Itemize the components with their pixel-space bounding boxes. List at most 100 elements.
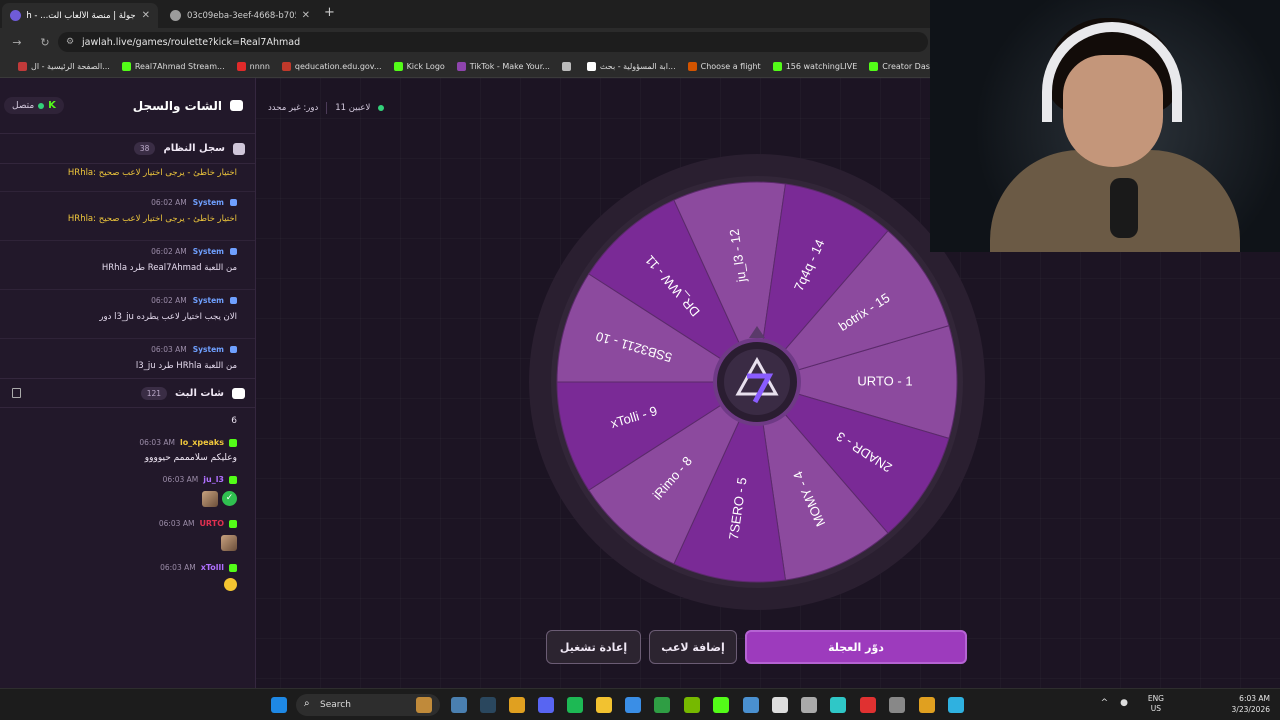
- system-shield-icon: [230, 346, 237, 353]
- bookmark-item[interactable]: Kick Logo: [393, 62, 445, 71]
- emote-image: [221, 534, 237, 551]
- kick-logo-icon: K: [48, 100, 56, 111]
- bookmark-item[interactable]: qeducation.edu.gov...: [281, 62, 382, 71]
- chat-message: 06:03 AM ju_l3 ✓: [0, 475, 237, 507]
- camera-icon[interactable]: [451, 697, 467, 713]
- kick-app-icon[interactable]: [713, 697, 729, 713]
- log-sender: System: [192, 345, 224, 354]
- trash-icon[interactable]: [12, 388, 21, 398]
- bookmark-item[interactable]: Choose a flight: [687, 62, 761, 71]
- bookmark-favicon-icon: [687, 62, 697, 71]
- notepad-icon[interactable]: [801, 697, 817, 713]
- file-explorer-icon[interactable]: [596, 697, 612, 713]
- spotify-icon[interactable]: [567, 697, 583, 713]
- nvidia-icon[interactable]: [684, 697, 700, 713]
- restart-button[interactable]: إعادة تشغيل: [546, 630, 641, 664]
- bookmark-item[interactable]: [561, 62, 575, 71]
- spin-wheel-button[interactable]: دوّر العجلة: [745, 630, 967, 664]
- jawlah-favicon-icon: [10, 10, 21, 21]
- chevron-up-icon[interactable]: ^: [1101, 698, 1109, 708]
- bookmark-item[interactable]: nnnn: [236, 62, 270, 71]
- language-indicator[interactable]: ENG US: [1148, 694, 1164, 714]
- bookmark-item[interactable]: الصفحة الرئيسية - ال...: [18, 62, 110, 71]
- bookmark-favicon-icon: [236, 62, 246, 71]
- system-log-entry: 06:02 AM System HRhla: اختيار خاطئ - يرجى …: [0, 192, 255, 241]
- microphone-tray-icon[interactable]: ●: [1120, 698, 1128, 708]
- turn-label: دور: غير محدد: [268, 103, 319, 113]
- obs-icon[interactable]: [830, 697, 846, 713]
- kick-badge-icon: [229, 438, 237, 447]
- bookmark-item[interactable]: ابة المسؤولية - بحث...: [586, 62, 676, 71]
- chat-username[interactable]: URTO: [199, 519, 224, 528]
- system-log-header[interactable]: 38 سجل النظام: [0, 134, 255, 164]
- log-sender: System: [192, 247, 224, 256]
- bookmark-favicon-icon: [281, 62, 291, 71]
- system-tray-icons[interactable]: ^ ●: [1101, 698, 1128, 708]
- log-meta: 06:02 AM System: [0, 247, 237, 256]
- url-text: jawlah.live/games/roulette?kick=Real7Ahm…: [82, 36, 301, 48]
- kick-badge-icon: [229, 519, 237, 528]
- status-divider: [326, 102, 328, 114]
- windows-start-icon[interactable]: [271, 697, 287, 713]
- bookmark-label: Choose a flight: [700, 62, 761, 71]
- chat-time: 06:03 AM: [139, 438, 175, 447]
- bookmark-favicon-icon: [869, 62, 879, 71]
- bookmark-label: nnnn: [249, 62, 270, 71]
- stream-chat-header: 121 شات البث: [0, 378, 255, 408]
- chat-username[interactable]: lo_xpeaks: [180, 438, 224, 447]
- system-log-list[interactable]: HRhla: اختيار خاطئ - يرجى اختيار لاعب صح…: [0, 164, 255, 372]
- chat-emotes: [224, 576, 237, 595]
- clock[interactable]: 6:03 AM 3/23/2026: [1232, 693, 1270, 715]
- stream-chat-title: شات البث: [175, 387, 224, 399]
- stream-chat-list[interactable]: 6 06:03 AM lo_xpeaks وعليكم سلامممم حيوووو…: [0, 416, 255, 595]
- store-icon[interactable]: [625, 697, 641, 713]
- log-message: HRhla: اختيار خاطئ - يرجى اختيار لاعب صح…: [67, 168, 237, 178]
- smile-emoji-icon: [224, 578, 237, 591]
- chat-bubble-icon: [230, 100, 243, 111]
- system-shield-icon: [230, 297, 237, 304]
- players-online-dot-icon: [378, 105, 385, 111]
- log-message: دور l3_ju الان يجب اختيار لاعب يطرده: [99, 312, 237, 322]
- bookmark-favicon-icon: [18, 62, 27, 71]
- info-icon: [233, 142, 245, 155]
- steam-icon[interactable]: [480, 697, 496, 713]
- add-player-button[interactable]: إضافة لاعب: [649, 630, 737, 664]
- globe-icon: [170, 10, 181, 21]
- xbox-icon[interactable]: [654, 697, 670, 713]
- url-field[interactable]: ⚙ jawlah.live/games/roulette?kick=Real7A…: [58, 32, 928, 52]
- reload-icon[interactable]: ↻: [34, 36, 56, 49]
- discord-icon[interactable]: [538, 697, 554, 713]
- sidebar-title: الشات والسجل: [133, 99, 243, 113]
- bookmark-favicon-icon: [121, 62, 131, 71]
- edge-icon[interactable]: [948, 697, 964, 713]
- capcut-icon[interactable]: [772, 697, 788, 713]
- site-info-icon[interactable]: ⚙: [66, 37, 74, 47]
- bookmark-item[interactable]: Real7Ahmad Stream...: [121, 62, 225, 71]
- emote-image: [202, 490, 218, 507]
- system-log-count: 38: [133, 142, 156, 155]
- tab-jawlah[interactable]: جولة | منصة الألعاب الت... - Jawlah ✕: [2, 3, 158, 28]
- tab-uuid[interactable]: 03c09eba-3eef-4668-b705-8e6... ✕: [162, 3, 318, 28]
- news-widget-icon[interactable]: [416, 697, 432, 713]
- forward-arrow-icon[interactable]: →: [6, 36, 28, 49]
- chrome-icon[interactable]: [509, 697, 525, 713]
- wps-icon[interactable]: [860, 697, 876, 713]
- log-message: HRhla: اختيار خاطئ - يرجى اختيار لاعب صح…: [67, 214, 237, 224]
- close-tab-icon[interactable]: ✕: [302, 10, 310, 21]
- app-icon[interactable]: [743, 697, 759, 713]
- wheel-svg: URTO - 12NADR - 3MOMY - 47SERO - 5iRimo …: [529, 154, 985, 610]
- log-meta: 06:03 AM System: [0, 345, 237, 354]
- chrome-active-icon[interactable]: [919, 697, 935, 713]
- close-tab-icon[interactable]: ✕: [142, 10, 150, 21]
- settings-icon[interactable]: [889, 697, 905, 713]
- chat-username[interactable]: ju_l3: [203, 475, 224, 484]
- new-tab-plus-icon[interactable]: +: [324, 5, 335, 20]
- bookmark-item[interactable]: TikTok - Make Your...: [456, 62, 550, 71]
- bookmark-label: Kick Logo: [406, 62, 445, 71]
- chat-username[interactable]: xTolll: [201, 563, 224, 572]
- bookmark-item[interactable]: 156 watchingLIVE: [772, 62, 857, 71]
- kick-badge-icon: [229, 475, 237, 484]
- bookmark-label: qeducation.edu.gov...: [294, 62, 382, 71]
- clock-time: 6:03 AM: [1239, 694, 1270, 703]
- roulette-wheel[interactable]: URTO - 1 2NADR - 3 MOMY - 4 7SERO - 5 iRimo …: [527, 152, 987, 612]
